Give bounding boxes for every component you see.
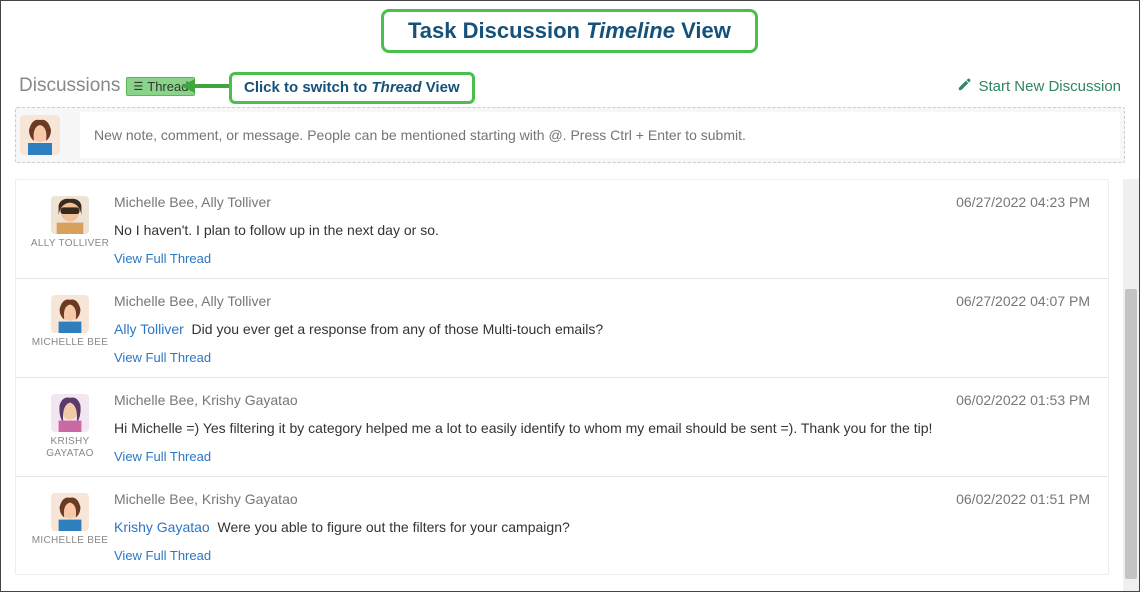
participants: Michelle Bee, Ally Tolliver: [114, 293, 271, 309]
message-body: Hi Michelle =) Yes filtering it by categ…: [114, 418, 1090, 439]
item-avatar-col: ALLY TOLLIVER: [26, 194, 114, 266]
avatar: [51, 295, 89, 333]
message-body: Ally Tolliver Did you ever get a respons…: [114, 319, 1090, 340]
view-full-thread-link[interactable]: View Full Thread: [114, 251, 1090, 266]
annotation-title-italic: Timeline: [586, 18, 675, 43]
discussion-item: MICHELLE BEE Michelle Bee, Krishy Gayata…: [16, 476, 1108, 575]
annotation-arrow-icon: [181, 76, 229, 96]
annotation-callout-suffix: View: [422, 79, 460, 96]
view-full-thread-link[interactable]: View Full Thread: [114, 350, 1090, 365]
participants: Michelle Bee, Krishy Gayatao: [114, 491, 298, 507]
timestamp: 06/02/2022 01:53 PM: [956, 392, 1090, 408]
item-avatar-col: MICHELLE BEE: [26, 491, 114, 563]
compose-row: [15, 107, 1125, 163]
scrollbar-thumb[interactable]: [1125, 289, 1137, 579]
timestamp: 06/27/2022 04:07 PM: [956, 293, 1090, 309]
vertical-scrollbar[interactable]: [1123, 179, 1139, 591]
annotation-callout-prefix: Click to switch to: [244, 79, 372, 96]
discussion-list: ALLY TOLLIVER Michelle Bee, Ally Tollive…: [15, 179, 1109, 575]
participants: Michelle Bee, Ally Tolliver: [114, 194, 271, 210]
item-avatar-col: KRISHY GAYATAO: [26, 392, 114, 464]
mention-link[interactable]: Ally Tolliver: [114, 321, 184, 337]
avatar: [51, 493, 89, 531]
message-body: No I haven't. I plan to follow up in the…: [114, 220, 1090, 241]
annotation-callout-italic: Thread: [372, 79, 422, 96]
avatar: [51, 196, 89, 234]
message-text: Did you ever get a response from any of …: [192, 321, 604, 337]
discussion-item: ALLY TOLLIVER Michelle Bee, Ally Tollive…: [16, 180, 1108, 278]
avatar-name: MICHELLE BEE: [32, 337, 108, 349]
pencil-icon: [957, 77, 972, 96]
view-full-thread-link[interactable]: View Full Thread: [114, 449, 1090, 464]
avatar: [51, 394, 89, 432]
timestamp: 06/27/2022 04:23 PM: [956, 194, 1090, 210]
compose-input[interactable]: [80, 112, 1120, 158]
annotation-title-prefix: Task Discussion: [408, 18, 586, 43]
message-text: Were you able to figure out the filters …: [218, 519, 570, 535]
timestamp: 06/02/2022 01:51 PM: [956, 491, 1090, 507]
message-body: Krishy Gayatao Were you able to figure o…: [114, 517, 1090, 538]
start-new-discussion-label: Start New Discussion: [978, 78, 1121, 95]
mention-link[interactable]: Krishy Gayatao: [114, 519, 210, 535]
compose-avatar: [20, 115, 60, 155]
header-left: Discussions ☰ Thread: [19, 75, 195, 97]
avatar-name: ALLY TOLLIVER: [31, 238, 109, 250]
start-new-discussion-button[interactable]: Start New Discussion: [957, 77, 1121, 96]
avatar-name: MICHELLE BEE: [32, 535, 108, 547]
annotation-title: Task Discussion Timeline View: [381, 9, 758, 53]
message-text: No I haven't. I plan to follow up in the…: [114, 222, 439, 238]
view-full-thread-link[interactable]: View Full Thread: [114, 548, 1090, 563]
list-view-icon: ☰: [133, 80, 143, 93]
discussion-item: MICHELLE BEE Michelle Bee, Ally Tolliver…: [16, 278, 1108, 377]
participants: Michelle Bee, Krishy Gayatao: [114, 392, 298, 408]
annotation-callout: Click to switch to Thread View: [229, 72, 475, 104]
annotation-title-suffix: View: [675, 18, 731, 43]
item-avatar-col: MICHELLE BEE: [26, 293, 114, 365]
discussion-item: KRISHY GAYATAO Michelle Bee, Krishy Gaya…: [16, 377, 1108, 476]
message-text: Hi Michelle =) Yes filtering it by categ…: [114, 420, 932, 436]
discussions-heading: Discussions: [19, 75, 120, 97]
avatar-name: KRISHY GAYATAO: [26, 436, 114, 460]
